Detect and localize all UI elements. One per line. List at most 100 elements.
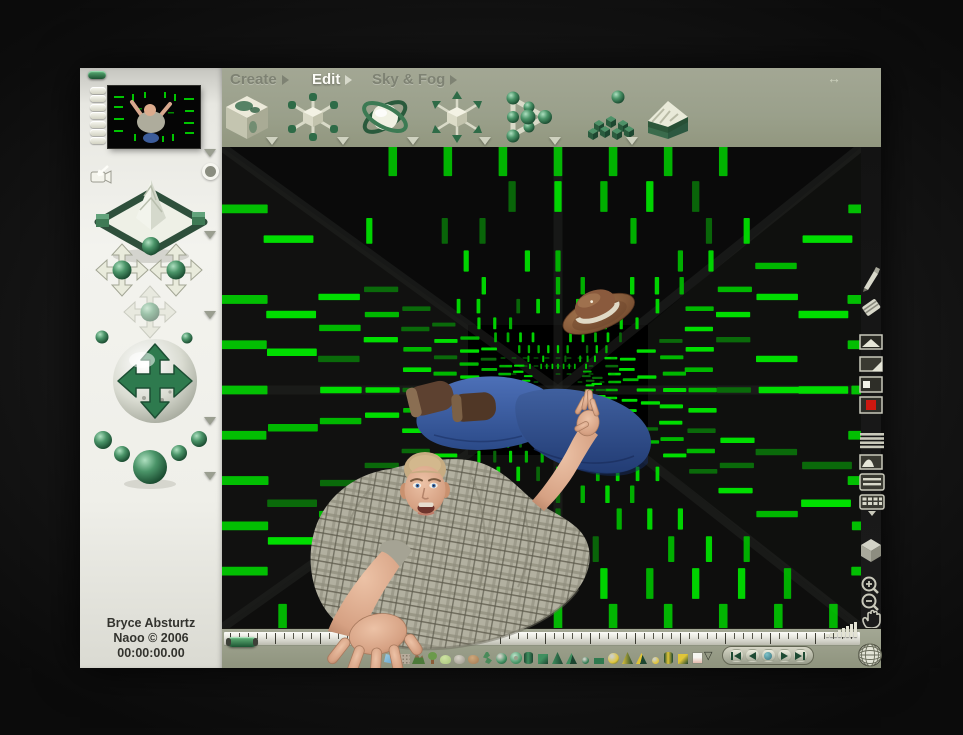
chevron-down-icon[interactable] — [549, 137, 561, 145]
chevron-down-icon[interactable] — [204, 231, 216, 239]
line-stack-icon[interactable] — [859, 432, 885, 451]
reposition-tool[interactable] — [429, 89, 485, 145]
terrain-editor-tool[interactable] — [640, 89, 696, 145]
tree-icon[interactable] — [425, 647, 439, 666]
water-plane-icon[interactable] — [383, 647, 397, 666]
text-panel-icon[interactable] — [859, 473, 885, 491]
chevron-right-icon — [450, 75, 458, 86]
render-preview-thumbnail[interactable] — [108, 86, 200, 148]
preset-pill[interactable] — [90, 103, 106, 111]
chevron-down-icon[interactable] — [204, 472, 216, 480]
artist-name: Bryce Absturtz — [106, 616, 196, 630]
timeline-bar: ▽ — [222, 622, 883, 668]
play-forward-button[interactable] — [776, 649, 792, 662]
keyboard-panel-icon[interactable] — [859, 494, 885, 517]
chevron-down-icon[interactable] — [626, 137, 638, 145]
chevron-down-icon[interactable] — [204, 149, 216, 157]
render-button-icon[interactable] — [859, 396, 883, 414]
chevron-right-icon — [345, 75, 353, 86]
preset-pill[interactable] — [90, 137, 106, 145]
yellow-cylinder-icon[interactable] — [663, 647, 677, 666]
preview-scene — [108, 86, 200, 148]
chevron-down-icon[interactable] — [337, 137, 349, 145]
solo-cube-icon[interactable] — [859, 537, 883, 563]
orbit-sphere-left[interactable] — [95, 330, 109, 344]
animation-timeline-ruler[interactable] — [224, 632, 860, 647]
memory-dot-indicator[interactable] — [88, 71, 106, 79]
tab-sky-fog-label: Sky & Fog — [372, 71, 446, 88]
pencil-icon[interactable] — [859, 265, 883, 293]
tab-edit[interactable]: Edit — [312, 71, 353, 88]
camera-trackball[interactable] — [110, 336, 200, 426]
rotate-tool[interactable] — [357, 89, 413, 145]
camera-sidebar: Bryce Absturtz Naoo © 2006 00:00:00.00 — [80, 68, 222, 668]
preset-pill[interactable] — [90, 112, 106, 120]
cylinder-icon[interactable] — [523, 647, 537, 666]
render-globe-icon[interactable] — [857, 643, 883, 667]
eraser-icon[interactable] — [859, 295, 883, 319]
chevron-down-icon[interactable] — [204, 417, 216, 425]
chevron-down-icon[interactable] — [407, 137, 419, 145]
view-preset-spheres[interactable] — [86, 426, 218, 492]
chevron-right-icon — [281, 75, 289, 86]
credits-block: Bryce Absturtz Naoo © 2006 00:00:00.00 — [80, 616, 222, 661]
bryce-app-window: Create Edit Sky & Fog ↔ Bryce Absturtz N… — [80, 68, 885, 668]
picture-panel-icon[interactable] — [691, 647, 705, 666]
time-scrubber-handle[interactable] — [226, 637, 258, 647]
copyright-line: Naoo © 2006 — [113, 631, 189, 645]
step-forward-button[interactable] — [792, 649, 808, 662]
tab-edit-label: Edit — [312, 71, 341, 88]
torus-icon[interactable] — [509, 647, 523, 666]
transport-controls — [722, 646, 814, 665]
yellow-cube-icon[interactable] — [677, 647, 691, 666]
render-tool-strip — [859, 147, 885, 629]
curve-panel-icon[interactable] — [859, 454, 883, 470]
branch-icon[interactable] — [481, 647, 495, 666]
preset-pill[interactable] — [90, 120, 106, 128]
record-button[interactable] — [760, 649, 776, 662]
timeline-major-ticks — [230, 633, 856, 644]
yellow-wedge-icon[interactable] — [621, 647, 635, 666]
pyramid-icon[interactable] — [565, 647, 579, 666]
render-region-icon[interactable] — [859, 334, 883, 350]
create-edit-toolbar: Create Edit Sky & Fog ↔ — [222, 68, 881, 147]
step-backward-button[interactable] — [728, 649, 744, 662]
matrix-tunnel-render — [222, 147, 861, 628]
rock-icon[interactable] — [453, 647, 467, 666]
resize-tool[interactable] — [285, 89, 341, 145]
align-tool[interactable] — [500, 89, 556, 145]
page-flip-icon[interactable] — [859, 355, 883, 373]
yellow-sphere-icon[interactable] — [607, 647, 621, 666]
preset-pill[interactable] — [90, 87, 106, 94]
chevron-down-icon[interactable] — [204, 311, 216, 319]
flat-cube-icon[interactable] — [593, 647, 607, 666]
palette-resize-icon[interactable]: ↔ — [827, 70, 841, 86]
tab-sky-fog[interactable]: Sky & Fog — [372, 71, 458, 88]
cone-icon[interactable] — [551, 647, 565, 666]
scene-viewport[interactable] — [222, 147, 861, 628]
tab-create-label: Create — [230, 71, 277, 88]
preset-pill[interactable] — [90, 95, 106, 103]
bush-icon[interactable] — [439, 647, 453, 666]
small-sphere-icon[interactable] — [579, 647, 593, 666]
tab-create[interactable]: Create — [230, 71, 289, 88]
render-small-icon[interactable] — [859, 376, 883, 393]
boulder-icon[interactable] — [467, 647, 481, 666]
sphere-icon[interactable] — [495, 647, 509, 666]
stone-plane-icon[interactable] — [397, 647, 411, 666]
pan-control-ghost[interactable] — [122, 284, 178, 340]
desktop-background: Create Edit Sky & Fog ↔ Bryce Absturtz N… — [0, 0, 963, 735]
preset-pill[interactable] — [90, 129, 106, 136]
palette-more-icon[interactable]: ▽ — [704, 649, 712, 662]
zoom-in-icon[interactable] — [859, 575, 881, 595]
chevron-down-icon[interactable] — [479, 137, 491, 145]
object-palette — [383, 647, 705, 666]
timeline-scale-icon[interactable] — [826, 622, 857, 637]
yellow-cone-icon[interactable] — [635, 647, 649, 666]
play-backward-button[interactable] — [744, 649, 760, 662]
terrain-icon[interactable] — [411, 647, 425, 666]
cube-icon[interactable] — [537, 647, 551, 666]
yellow-ball-icon[interactable] — [649, 647, 663, 666]
pan-hand-icon[interactable] — [859, 609, 883, 629]
chevron-down-icon[interactable] — [266, 137, 278, 145]
